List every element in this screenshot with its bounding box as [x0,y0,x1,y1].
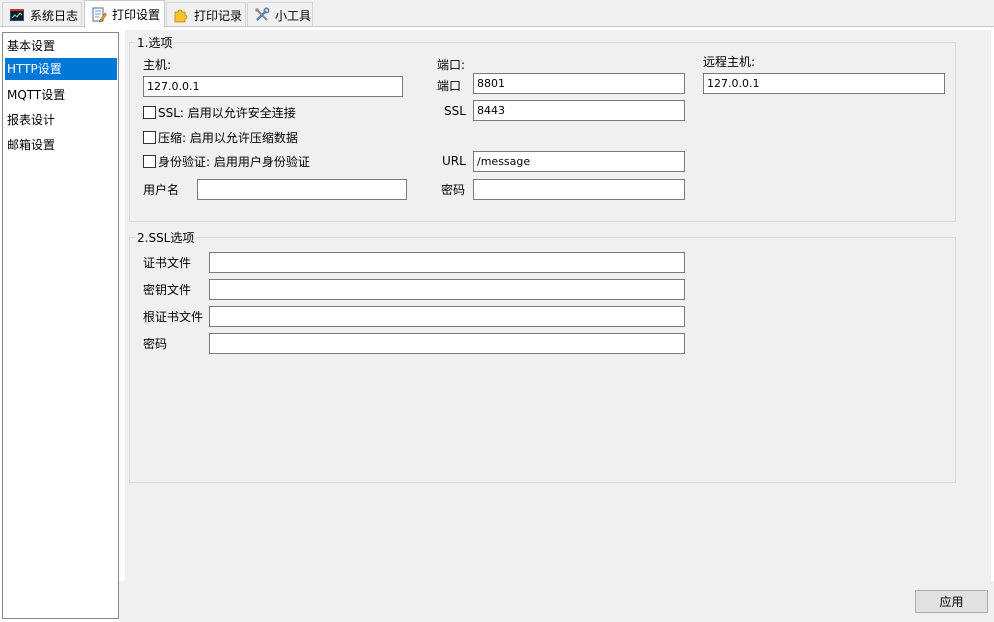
tab-print-records[interactable]: 打印记录 [166,2,246,27]
ssl-options-group-title: 2.SSL选项 [135,231,197,245]
ssl-password-label: 密码 [143,337,168,351]
nav-item-mqtt-settings[interactable]: MQTT设置 [5,84,117,106]
username-label: 用户名 [143,183,180,197]
chart-window-icon [9,7,25,23]
key-file-label: 密钥文件 [143,283,192,297]
tab-label: 系统日志 [30,8,79,23]
nav-item-basic-settings[interactable]: 基本设置 [5,35,117,57]
cert-file-label: 证书文件 [143,256,192,270]
password-input[interactable] [473,179,685,200]
ssl-options-group [129,237,956,483]
auth-checkbox-label: 身份验证: 启用用户身份验证 [158,155,310,169]
remote-host-input[interactable] [703,73,945,94]
compress-checkbox-label: 压缩: 启用以允许压缩数据 [158,131,298,145]
tab-label: 小工具 [275,8,312,23]
settings-nav-list[interactable]: 基本设置 HTTP设置 MQTT设置 报表设计 邮箱设置 [2,32,119,619]
ssl-password-input[interactable] [209,333,685,354]
host-label: 主机: [143,58,172,72]
root-cert-file-label: 根证书文件 [143,310,204,324]
tab-label: 打印设置 [112,8,161,22]
ssl-checkbox[interactable] [143,106,156,119]
tab-print-settings[interactable]: 打印设置 [84,0,165,28]
apply-button[interactable]: 应用 [915,590,988,613]
tools-icon [254,7,270,23]
nav-item-mail-settings[interactable]: 邮箱设置 [5,134,117,156]
cert-file-input[interactable] [209,252,685,273]
puzzle-icon [173,7,189,23]
key-file-input[interactable] [209,279,685,300]
edit-document-icon [91,7,107,23]
ssl-port-input[interactable] [473,100,685,121]
port-input[interactable] [473,73,685,94]
remote-host-label: 远程主机: [703,55,756,69]
password-label: 密码 [441,183,466,197]
ssl-checkbox-label: SSL: 启用以允许安全连接 [158,106,296,120]
auth-checkbox[interactable] [143,155,156,168]
tab-label: 打印记录 [194,8,243,23]
host-input[interactable] [143,76,403,97]
username-input[interactable] [197,179,407,200]
url-label: URL [442,154,466,168]
url-input[interactable] [473,151,685,172]
port-header-label: 端口: [437,58,466,72]
tab-bar: 系统日志 打印设置 打印记录 小工具 [0,0,994,28]
root-cert-file-input[interactable] [209,306,685,327]
nav-item-http-settings[interactable]: HTTP设置 [5,58,117,80]
bottom-bar [119,581,994,622]
ssl-port-label: SSL [444,104,466,118]
tab-system-log[interactable]: 系统日志 [2,2,82,27]
port-label: 端口 [437,79,462,93]
nav-item-report-design[interactable]: 报表设计 [5,109,117,131]
tab-tools[interactable]: 小工具 [247,2,313,27]
compress-checkbox[interactable] [143,131,156,144]
options-group-title: 1.选项 [135,36,175,50]
